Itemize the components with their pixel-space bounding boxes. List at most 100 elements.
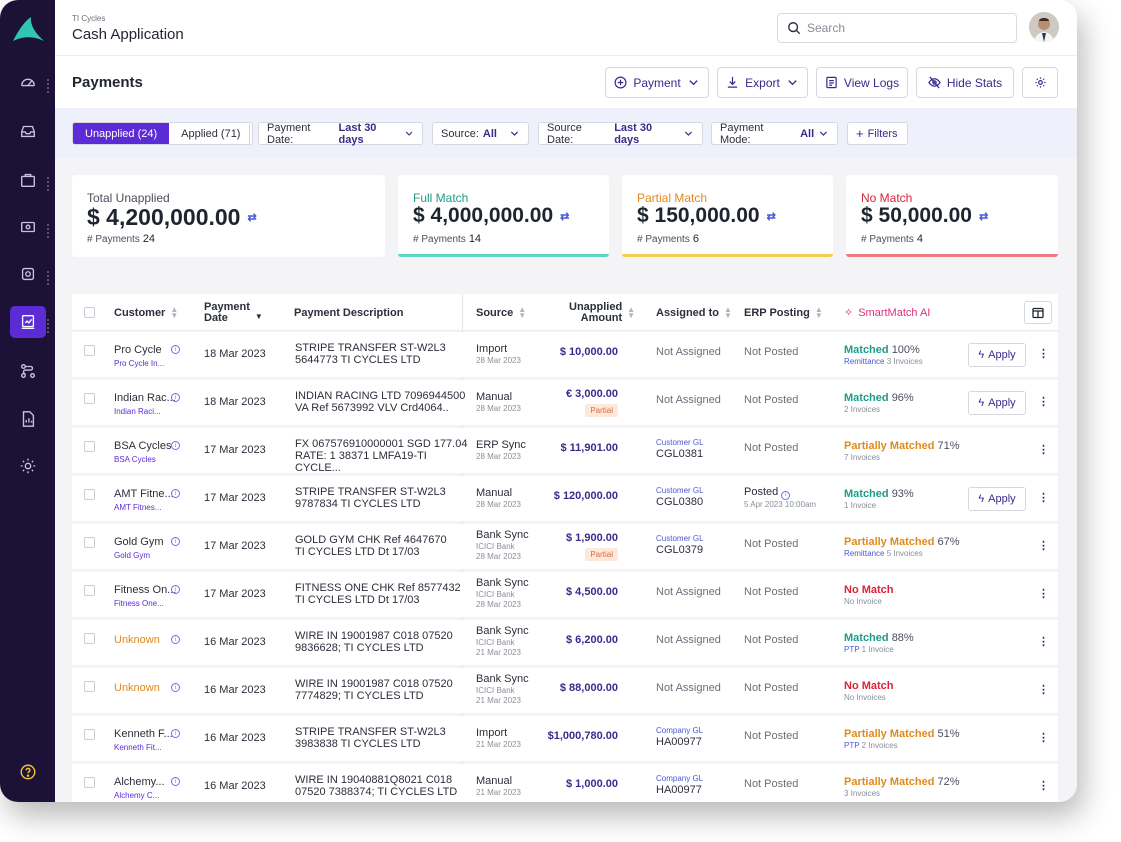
info-icon[interactable]: i xyxy=(171,489,180,498)
row-checkbox[interactable] xyxy=(84,537,95,548)
more-options-icon[interactable]: ⋮ xyxy=(1038,395,1049,408)
row-checkbox[interactable] xyxy=(84,777,95,788)
gl-type[interactable]: Customer GL xyxy=(656,534,704,543)
payment-date-filter[interactable]: Payment Date: Last 30 days xyxy=(258,122,423,146)
column-customer[interactable]: Customer ▲ ▼ xyxy=(114,294,178,331)
info-icon[interactable]: i xyxy=(171,537,180,546)
assigned-cell[interactable]: Company GL HA00977 xyxy=(656,774,703,796)
assigned-to[interactable]: Not Assigned xyxy=(656,634,721,646)
row-checkbox[interactable] xyxy=(84,489,95,500)
match-status-text[interactable]: Matched xyxy=(844,392,889,404)
view-logs-button[interactable]: View Logs xyxy=(816,67,908,98)
tab-unapplied[interactable]: Unapplied (24) xyxy=(73,123,170,144)
assigned-to[interactable]: Not Assigned xyxy=(656,586,721,598)
assigned-to[interactable]: Not Assigned xyxy=(656,682,721,694)
customer-sub[interactable]: Alchemy C... xyxy=(114,791,184,800)
info-icon[interactable]: i xyxy=(781,490,791,500)
customer-sub[interactable]: Kenneth Fit... xyxy=(114,743,184,752)
smartmatch-cell[interactable]: Matched 93% 1 Invoice xyxy=(844,488,914,510)
stat-card-no-match[interactable]: No Match $ 50,000.00 ⇄ # Payments 4 xyxy=(846,175,1058,257)
more-options-icon[interactable]: ⋮ xyxy=(1038,491,1049,504)
match-status-text[interactable]: Matched xyxy=(844,488,889,500)
match-tag[interactable]: PTP xyxy=(844,645,859,654)
info-icon[interactable]: i xyxy=(171,585,180,594)
info-icon[interactable]: i xyxy=(171,777,180,786)
gl-type[interactable]: Company GL xyxy=(656,726,703,735)
table-row[interactable]: BSA Cycles BSA Cycles i 17 Mar 2023 FX 06757… xyxy=(72,428,1058,474)
row-checkbox[interactable] xyxy=(84,633,95,644)
smartmatch-cell[interactable]: Matched 100% Remittance 3 Invoices xyxy=(844,344,923,366)
column-erp-posting[interactable]: ERP Posting ▲ ▼ xyxy=(744,294,823,331)
sidebar-item-workflows[interactable] xyxy=(10,355,46,387)
more-options-icon[interactable]: ⋮ xyxy=(1038,683,1049,696)
more-filters-button[interactable]: + Filters xyxy=(847,122,908,145)
row-checkbox[interactable] xyxy=(84,585,95,596)
sidebar-item-dashboard[interactable] xyxy=(10,66,46,98)
customer-sub[interactable]: Indian Raci... xyxy=(114,407,184,416)
info-icon[interactable]: i xyxy=(171,345,180,354)
more-options-icon[interactable]: ⋮ xyxy=(1038,539,1049,552)
match-status-text[interactable]: Partially Matched xyxy=(844,776,934,788)
drag-handle-icon[interactable] xyxy=(47,78,51,93)
table-row[interactable]: AMT Fitne... AMT Fitnes... i 17 Mar 2023 STR… xyxy=(72,476,1058,521)
tab-applied[interactable]: Applied (71) xyxy=(169,123,252,144)
assigned-cell[interactable]: Customer GL CGL0381 xyxy=(656,438,704,460)
hide-stats-button[interactable]: Hide Stats xyxy=(916,67,1014,98)
column-payment-date[interactable]: Payment Date ▼ xyxy=(204,294,263,331)
match-status-text[interactable]: No Match xyxy=(844,680,894,692)
column-source[interactable]: Source ▲ ▼ xyxy=(476,294,526,331)
gl-type[interactable]: Company GL xyxy=(656,774,703,783)
assigned-cell[interactable]: Customer GL CGL0379 xyxy=(656,534,704,556)
customer-sub[interactable]: Pro Cycle In... xyxy=(114,359,184,368)
table-row[interactable]: Gold Gym Gold Gym i 17 Mar 2023 GOLD GYM CHK… xyxy=(72,524,1058,569)
sidebar-item-reports[interactable] xyxy=(10,403,46,435)
info-icon[interactable]: i xyxy=(171,393,180,402)
column-assigned-to[interactable]: Assigned to ▲ ▼ xyxy=(656,294,732,331)
select-all-checkbox[interactable] xyxy=(84,294,95,331)
smartmatch-cell[interactable]: Partially Matched 51% PTP 2 Invoices xyxy=(844,728,960,750)
drag-handle-icon[interactable] xyxy=(47,223,51,238)
row-checkbox[interactable] xyxy=(84,681,95,692)
smartmatch-cell[interactable]: No Match No Invoice xyxy=(844,584,894,606)
swap-icon[interactable]: ⇄ xyxy=(979,210,988,223)
stat-card-total[interactable]: Total Unapplied $ 4,200,000.00 ⇄ # Paymen… xyxy=(72,175,385,257)
search-input[interactable] xyxy=(807,21,997,35)
smartmatch-cell[interactable]: Partially Matched 72% 3 Invoices xyxy=(844,776,960,798)
apply-button[interactable]: ϟ Apply xyxy=(968,343,1026,367)
apply-button[interactable]: ϟ Apply xyxy=(968,391,1026,415)
sidebar-item-inbox[interactable] xyxy=(10,115,46,147)
info-icon[interactable]: i xyxy=(171,729,180,738)
gl-type[interactable]: Customer GL xyxy=(656,438,704,447)
row-checkbox[interactable] xyxy=(84,345,95,356)
row-checkbox[interactable] xyxy=(84,729,95,740)
smartmatch-cell[interactable]: Matched 96% 2 Invoices xyxy=(844,392,914,414)
drag-handle-icon[interactable] xyxy=(47,176,51,191)
avatar[interactable] xyxy=(1029,12,1059,42)
settings-button[interactable] xyxy=(1022,67,1058,98)
source-date-filter[interactable]: Source Date: Last 30 days xyxy=(538,122,703,146)
more-options-icon[interactable]: ⋮ xyxy=(1038,635,1049,648)
sidebar-item-portfolio[interactable] xyxy=(10,164,46,196)
payment-mode-filter[interactable]: Payment Mode: All xyxy=(711,122,838,146)
smartmatch-cell[interactable]: Matched 88% PTP 1 Invoice xyxy=(844,632,914,654)
sidebar-item-settings[interactable] xyxy=(10,450,46,482)
table-row[interactable]: Fitness On... Fitness One... i 17 Mar 2023 F… xyxy=(72,572,1058,617)
table-row[interactable]: Unknown i 16 Mar 2023 WIRE IN 19001987 C018… xyxy=(72,668,1058,713)
customer-sub[interactable]: BSA Cycles xyxy=(114,455,184,464)
source-filter[interactable]: Source: All xyxy=(432,122,529,145)
table-row[interactable]: Unknown i 16 Mar 2023 WIRE IN 19001987 C018… xyxy=(72,620,1058,665)
gl-type[interactable]: Customer GL xyxy=(656,486,704,495)
customer-sub[interactable]: Gold Gym xyxy=(114,551,184,560)
more-options-icon[interactable]: ⋮ xyxy=(1038,779,1049,792)
stat-card-full-match[interactable]: Full Match $ 4,000,000.00 ⇄ # Payments 14 xyxy=(398,175,609,257)
apply-button[interactable]: ϟ Apply xyxy=(968,487,1026,511)
customer-sub[interactable]: AMT Fitnes... xyxy=(114,503,184,512)
match-status-text[interactable]: Matched xyxy=(844,344,889,356)
match-tag[interactable]: Remittance xyxy=(844,357,884,366)
info-icon[interactable]: i xyxy=(171,635,180,644)
smartmatch-cell[interactable]: Partially Matched 71% 7 Invoices xyxy=(844,440,960,462)
sidebar-item-help[interactable] xyxy=(10,756,46,788)
row-checkbox[interactable] xyxy=(84,393,95,404)
sidebar-item-collections[interactable] xyxy=(10,258,46,290)
table-row[interactable]: Alchemy... Alchemy C... i 16 Mar 2023 WIRE I… xyxy=(72,764,1058,802)
